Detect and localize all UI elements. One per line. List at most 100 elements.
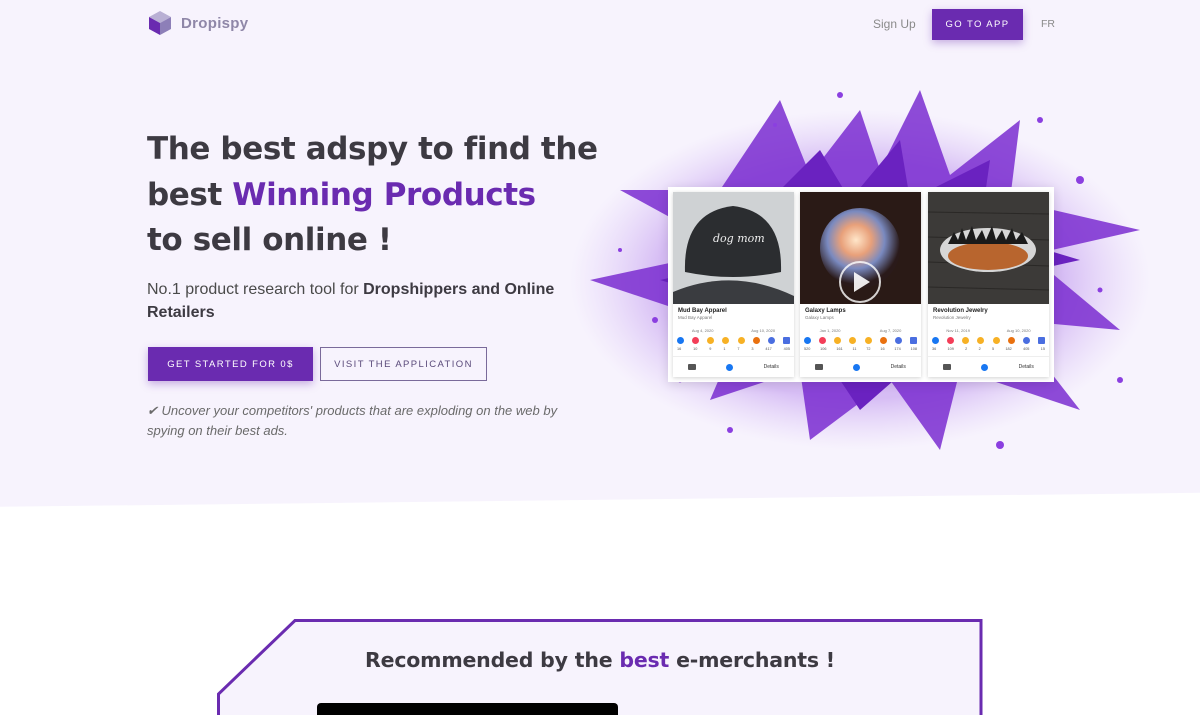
count: 417 bbox=[765, 347, 772, 351]
count: 161 bbox=[836, 347, 843, 351]
ad-cards-preview: dog mom Mud Bay Apparel Mud Bay Apparel … bbox=[668, 187, 1054, 382]
ad-card[interactable]: Revolution Jewelry Revolution Jewelry No… bbox=[928, 192, 1049, 377]
card-date-start: Jan 1, 2020 bbox=[819, 328, 841, 333]
reaction-icons bbox=[677, 337, 790, 344]
go-to-app-button[interactable]: GO TO APP bbox=[932, 9, 1023, 40]
share-icon bbox=[1022, 337, 1030, 344]
count: 16 bbox=[677, 347, 682, 351]
folder-icon[interactable] bbox=[815, 364, 824, 370]
count: 7 bbox=[737, 347, 740, 351]
logo[interactable]: Dropispy bbox=[147, 10, 248, 36]
reaction-icons bbox=[804, 337, 917, 344]
testimonial-video[interactable] bbox=[317, 703, 618, 715]
reaction-counts: 16 10 9 1 7 3 417 405 bbox=[677, 347, 790, 351]
card-date-start: Nov 11, 2019 bbox=[946, 328, 970, 333]
get-started-button[interactable]: GET STARTED FOR 0$ bbox=[148, 347, 313, 381]
recommended-title: Recommended by the best e-merchants ! bbox=[217, 648, 983, 672]
love-icon bbox=[692, 337, 700, 344]
angry-icon bbox=[879, 337, 887, 344]
hero-tagline: ✔ Uncover your competitors' products tha… bbox=[147, 403, 558, 438]
count: 174 bbox=[894, 347, 901, 351]
headline-accent: Winning Products bbox=[232, 176, 536, 213]
count: 108 bbox=[910, 347, 917, 351]
wow-icon bbox=[849, 337, 857, 344]
facebook-icon[interactable] bbox=[726, 363, 734, 371]
count: 11 bbox=[852, 347, 857, 351]
count: 10 bbox=[693, 347, 698, 351]
signup-link[interactable]: Sign Up bbox=[873, 17, 916, 31]
folder-icon[interactable] bbox=[688, 364, 697, 370]
visit-application-button[interactable]: VISIT THE APPLICATION bbox=[320, 347, 487, 381]
haha-icon bbox=[962, 337, 970, 344]
card-title: Mud Bay Apparel bbox=[678, 308, 727, 314]
comment-icon bbox=[1037, 337, 1045, 344]
ad-card[interactable]: dog mom Mud Bay Apparel Mud Bay Apparel … bbox=[673, 192, 794, 377]
card-footer: Details bbox=[928, 356, 1049, 377]
count: 36 bbox=[932, 347, 937, 351]
ad-thumbnail-ring bbox=[928, 192, 1049, 304]
count: 520 bbox=[804, 347, 811, 351]
love-icon bbox=[819, 337, 827, 344]
details-link[interactable]: Details bbox=[764, 364, 779, 370]
card-footer: Details bbox=[800, 356, 921, 377]
count: 405 bbox=[1023, 347, 1030, 351]
count: 405 bbox=[783, 347, 790, 351]
wow-icon bbox=[977, 337, 985, 344]
logo-cube-icon bbox=[149, 11, 171, 35]
card-date-end: Aug 10, 2020 bbox=[751, 328, 776, 333]
sad-icon bbox=[737, 337, 745, 344]
folder-icon[interactable] bbox=[943, 364, 952, 370]
count: 15 bbox=[1040, 347, 1045, 351]
card-dates: Aug 4, 2020 Aug 10, 2020 bbox=[673, 328, 794, 333]
sad-icon bbox=[992, 337, 1000, 344]
comment-icon bbox=[909, 337, 917, 344]
count: 3 bbox=[751, 347, 754, 351]
brand-name: Dropispy bbox=[181, 14, 249, 32]
card-subtitle: Mud Bay Apparel bbox=[678, 315, 713, 320]
haha-icon bbox=[834, 337, 842, 344]
count: 182 bbox=[1005, 347, 1012, 351]
count: 9 bbox=[709, 347, 712, 351]
count: 1 bbox=[723, 347, 726, 351]
recommended-title-c: e-merchants ! bbox=[669, 648, 835, 672]
haha-icon bbox=[707, 337, 715, 344]
recommended-title-accent: best bbox=[619, 648, 670, 672]
count: 109 bbox=[947, 347, 954, 351]
headline-line-2a: best bbox=[147, 176, 233, 213]
card-dates: Jan 1, 2020 Aug 7, 2020 bbox=[800, 328, 921, 333]
card-title: Revolution Jewelry bbox=[933, 308, 988, 314]
card-dates: Nov 11, 2019 Aug 10, 2020 bbox=[928, 328, 1049, 333]
card-footer: Details bbox=[673, 356, 794, 377]
like-icon bbox=[804, 337, 811, 344]
card-date-start: Aug 4, 2020 bbox=[691, 328, 714, 333]
count: 2 bbox=[965, 347, 968, 351]
ad-card[interactable]: Galaxy Lamps Galaxy Lamps Jan 1, 2020 Au… bbox=[800, 192, 921, 377]
angry-icon bbox=[752, 337, 760, 344]
svg-text:dog mom: dog mom bbox=[713, 232, 765, 245]
hero-subline: No.1 product research tool for Dropshipp… bbox=[147, 278, 587, 324]
count: 5 bbox=[992, 347, 995, 351]
love-icon bbox=[947, 337, 955, 344]
headline-line-3: to sell online ! bbox=[147, 222, 392, 258]
facebook-icon[interactable] bbox=[981, 363, 989, 371]
angry-icon bbox=[1007, 337, 1015, 344]
card-date-end: Aug 7, 2020 bbox=[879, 328, 902, 333]
count: 2 bbox=[978, 347, 981, 351]
top-nav: Dropispy Sign Up GO TO APP FR bbox=[0, 0, 1200, 48]
facebook-icon[interactable] bbox=[853, 363, 861, 371]
language-switch[interactable]: FR bbox=[1041, 18, 1055, 30]
hero-headline: The best adspy to find the best Winning … bbox=[147, 127, 627, 264]
card-subtitle: Revolution Jewelry bbox=[933, 315, 971, 320]
recommended-title-a: Recommended by the bbox=[365, 648, 620, 672]
sad-icon bbox=[864, 337, 872, 344]
comment-icon bbox=[782, 337, 790, 344]
ad-thumbnail-galaxy-lamp bbox=[800, 192, 921, 304]
count: 16 bbox=[880, 347, 885, 351]
headline-line-1: The best adspy to find the bbox=[147, 131, 598, 167]
share-icon bbox=[767, 337, 775, 344]
card-title: Galaxy Lamps bbox=[805, 308, 846, 314]
wow-icon bbox=[722, 337, 730, 344]
details-link[interactable]: Details bbox=[891, 364, 906, 370]
card-date-end: Aug 10, 2020 bbox=[1006, 328, 1031, 333]
details-link[interactable]: Details bbox=[1019, 364, 1034, 370]
